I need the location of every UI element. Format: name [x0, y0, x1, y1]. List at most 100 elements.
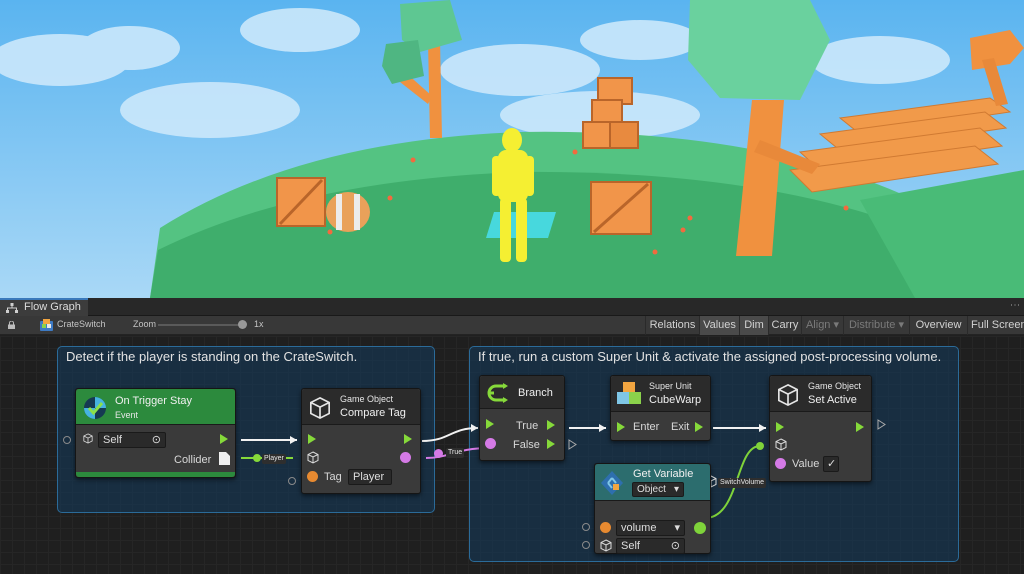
node-footer [76, 472, 235, 477]
edge-label-switch-volume: SwitchVolume [718, 478, 766, 488]
node-category: Game Object [808, 381, 862, 391]
node-category: Super Unit [649, 381, 692, 391]
node-title: CubeWarp [649, 394, 702, 406]
chevron-down-icon: ▾ [673, 484, 679, 495]
self-field[interactable]: Self ⊙ [98, 432, 166, 448]
node-superunit-cubewarp[interactable]: Super Unit CubeWarp Enter Exit [610, 375, 711, 441]
tag-field[interactable]: Player [348, 469, 392, 485]
lock-icon[interactable] [8, 321, 15, 329]
tag-input-port[interactable] [288, 477, 296, 485]
carry-button[interactable]: Carry [768, 316, 801, 335]
condition-input-port[interactable] [485, 438, 496, 449]
edge-knot [253, 454, 261, 462]
editor-root: Flow Graph ⋮ CrateSwitch Zoom 1x Relatio… [0, 0, 1024, 574]
dim-button[interactable]: Dim [739, 316, 768, 335]
graph-toolbar: CrateSwitch Zoom 1x Relations Values Dim… [0, 316, 1024, 335]
more-options-icon[interactable]: ⋮ [1009, 300, 1020, 310]
gameobject-icon [83, 433, 93, 444]
target-field[interactable]: Self ⊙ [616, 538, 685, 554]
value-input-port[interactable] [775, 458, 786, 469]
tab-flow-graph[interactable]: Flow Graph [0, 298, 88, 316]
enter-label: Enter [633, 421, 660, 433]
superunit-icon [617, 382, 641, 404]
tag-label: Tag [324, 471, 342, 483]
control-input-port[interactable] [486, 419, 494, 429]
zoom-slider[interactable] [158, 324, 246, 326]
bool-output-port[interactable] [400, 452, 411, 463]
zoom-value: 1x [254, 319, 264, 329]
values-button[interactable]: Values [699, 316, 739, 335]
value-checkbox[interactable]: ✓ [823, 456, 839, 472]
value-output-port[interactable] [694, 522, 706, 534]
chevron-down-icon: ▾ [833, 319, 840, 331]
target-unconnected-port[interactable] [582, 541, 590, 549]
branch-icon [487, 383, 508, 403]
control-input-port[interactable] [308, 434, 316, 444]
gameobject-icon [310, 396, 330, 420]
node-get-variable[interactable]: Get Variable Object ▾ volume ▾ Self ⊙ [594, 463, 711, 554]
false-label: False [513, 439, 540, 451]
zoom-label: Zoom [133, 319, 157, 329]
overview-button[interactable]: Overview [909, 316, 967, 335]
true-label: True [516, 420, 539, 432]
node-title: Set Active [808, 394, 857, 406]
zoom-slider-thumb[interactable] [237, 320, 247, 329]
exit-label: Exit [671, 421, 690, 433]
enter-input-port[interactable] [617, 422, 625, 432]
gameobject-icon[interactable] [307, 451, 319, 464]
distribute-dropdown[interactable]: Distribute ▾ [843, 316, 909, 335]
variable-icon [601, 471, 623, 495]
gameobject-icon[interactable] [775, 438, 787, 451]
self-input-port[interactable] [63, 436, 71, 444]
variable-kind-dropdown[interactable]: Object ▾ [632, 482, 684, 497]
tab-label: Flow Graph [24, 301, 81, 313]
string-input-port[interactable] [307, 471, 318, 482]
target-picker-icon[interactable]: ⊙ [671, 539, 680, 553]
asset-name[interactable]: CrateSwitch [57, 319, 106, 329]
self-value: Self [103, 434, 122, 446]
node-subtitle: Event [115, 410, 139, 420]
value-label: Value [792, 458, 820, 470]
chevron-down-icon: ▾ [898, 319, 905, 331]
collider-output-icon[interactable] [219, 452, 230, 465]
name-input-port[interactable] [600, 522, 611, 533]
window-tab-bar: Flow Graph ⋮ [0, 298, 1024, 316]
control-output-port[interactable] [856, 422, 864, 432]
variable-name-dropdown[interactable]: volume ▾ [616, 520, 685, 536]
target-picker-icon[interactable]: ⊙ [152, 433, 161, 447]
relations-button[interactable]: Relations [645, 316, 699, 335]
node-on-trigger-stay[interactable]: On Trigger Stay Event Self ⊙ Collider [75, 388, 236, 478]
control-output-empty-icon[interactable] [877, 419, 886, 430]
game-view [0, 0, 1024, 298]
control-output-empty-icon[interactable] [568, 439, 577, 450]
node-title: Branch [518, 387, 553, 399]
variable-name-value: volume [621, 522, 657, 534]
chevron-down-icon: ▾ [674, 522, 680, 534]
node-title: Get Variable [633, 468, 694, 480]
edge-knot [434, 449, 443, 458]
control-output-port[interactable] [404, 434, 412, 444]
control-input-port[interactable] [776, 422, 784, 432]
scriptgraph-asset-icon [40, 319, 53, 331]
gameobject-icon [600, 539, 612, 552]
name-unconnected-port[interactable] [582, 523, 590, 531]
exit-output-port[interactable] [695, 422, 703, 432]
scene-illustration [0, 0, 1024, 298]
flow-graph-window: Flow Graph ⋮ CrateSwitch Zoom 1x Relatio… [0, 298, 1024, 574]
node-branch[interactable]: Branch True False [479, 375, 565, 461]
hierarchy-icon [6, 303, 18, 313]
node-set-active[interactable]: Game Object Set Active Value ✓ [769, 375, 872, 482]
full-screen-button[interactable]: Full Screen [967, 316, 1024, 335]
node-title: On Trigger Stay [115, 395, 193, 407]
gameobject-icon [778, 383, 798, 407]
trigger-event-icon [84, 397, 106, 419]
node-compare-tag[interactable]: Game Object Compare Tag Tag Player [301, 388, 421, 494]
align-label: Align [805, 319, 831, 331]
node-category: Game Object [340, 394, 394, 404]
true-output-port[interactable] [547, 420, 555, 430]
graph-canvas[interactable]: Detect if the player is standing on the … [0, 336, 1024, 574]
align-dropdown[interactable]: Align ▾ [801, 316, 843, 335]
distribute-label: Distribute [848, 319, 896, 331]
false-output-port[interactable] [547, 439, 555, 449]
control-output-port[interactable] [220, 434, 228, 444]
